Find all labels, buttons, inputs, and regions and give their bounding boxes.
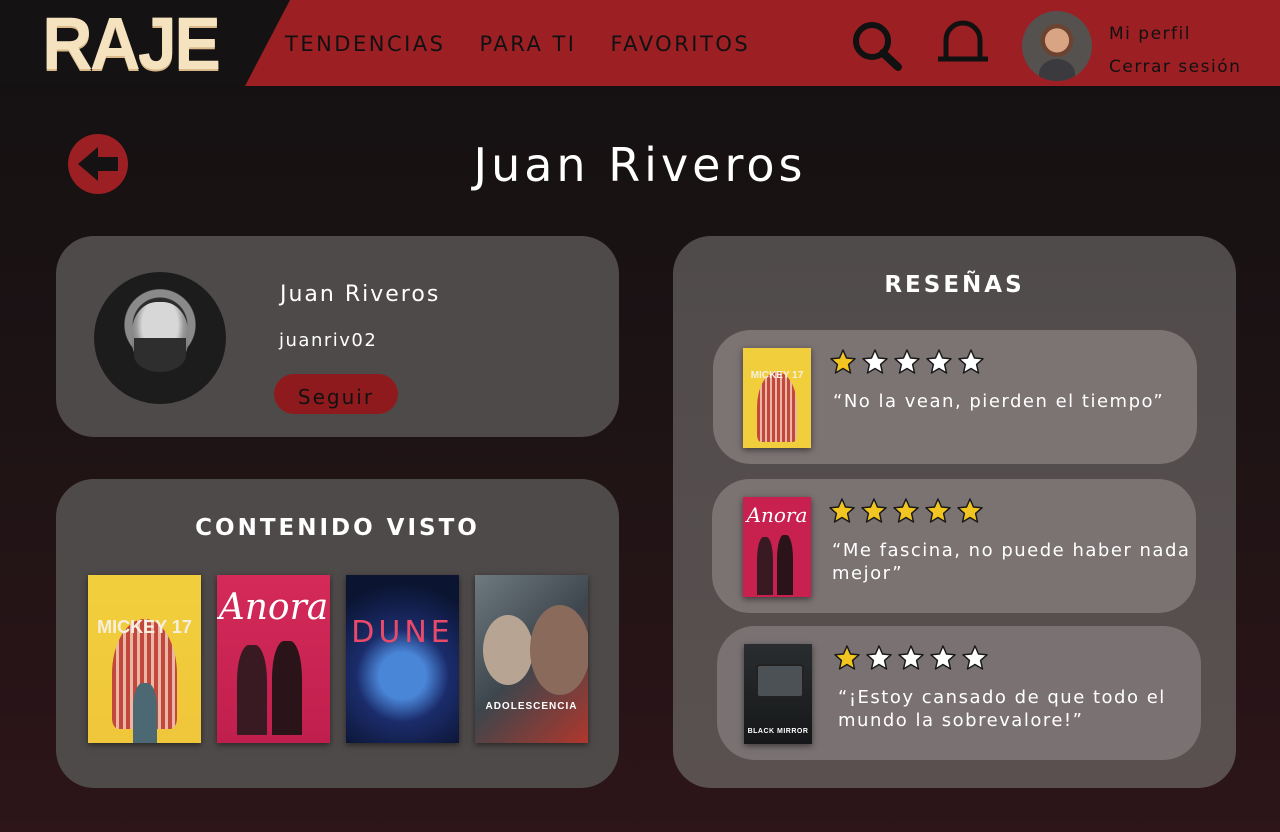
star-rating (829, 348, 985, 380)
reviews-title: RESEÑAS (884, 272, 1025, 298)
app-logo[interactable]: RAJE (42, 7, 221, 81)
review-item[interactable]: MICKEY 17 “No la vean, pierden el tiempo… (713, 330, 1197, 464)
seen-content-card: CONTENIDO VISTO MICKEY 17 Anora DUNE ADO… (56, 479, 619, 788)
bell-icon[interactable] (936, 20, 990, 64)
review-text: “¡Estoy cansado de que todo el mundo la … (838, 687, 1166, 731)
poster-title: MICKEY 17 (97, 617, 192, 637)
logout-link[interactable]: Cerrar sesión (1109, 51, 1241, 84)
star-empty-icon (893, 348, 921, 380)
profile-handle: juanriv02 (279, 330, 378, 351)
star-empty-icon (861, 348, 889, 380)
top-navbar: RAJE TENDENCIAS PARA TI FAVORITOS Mi per… (0, 0, 1280, 86)
profile-name: Juan Riveros (280, 282, 441, 307)
poster-title: DUNE (351, 615, 454, 650)
star-filled-icon (892, 497, 920, 529)
main-nav: TENDENCIAS PARA TI FAVORITOS (285, 32, 750, 56)
review-poster-title: MICKEY 17 (750, 370, 804, 381)
poster-title: ADOLESCENCIA (485, 701, 578, 712)
star-rating (828, 497, 984, 529)
star-rating (833, 644, 989, 676)
reviews-card: RESEÑAS MICKEY 17 “No la vean, pierden e… (673, 236, 1236, 788)
seen-content-title: CONTENIDO VISTO (195, 515, 480, 541)
review-text: “No la vean, pierden el tiempo” (833, 391, 1165, 412)
profile-links: Mi perfil Cerrar sesión (1109, 18, 1241, 84)
poster-mickey-17[interactable]: MICKEY 17 (88, 575, 201, 743)
review-text: “Me fascina, no puede haber nada mejor” (832, 540, 1191, 584)
star-empty-icon (865, 644, 893, 676)
poster-anora[interactable]: Anora (217, 575, 330, 743)
user-avatar (94, 272, 226, 404)
star-empty-icon (929, 644, 957, 676)
review-item[interactable]: BLACK MIRROR “¡Estoy cansado de que todo… (717, 626, 1201, 760)
star-filled-icon (860, 497, 888, 529)
poster-adolescencia[interactable]: ADOLESCENCIA (475, 575, 588, 743)
current-user-avatar[interactable] (1022, 11, 1092, 81)
review-poster-mickey-17[interactable]: MICKEY 17 (743, 348, 811, 448)
star-filled-icon (956, 497, 984, 529)
star-empty-icon (897, 644, 925, 676)
review-poster-title: Anora (746, 503, 808, 527)
review-poster-anora[interactable]: Anora (743, 497, 811, 597)
page-title: Juan Riveros (473, 138, 807, 192)
star-filled-icon (924, 497, 952, 529)
poster-title: Anora (218, 587, 329, 628)
review-poster-title: BLACK MIRROR (747, 728, 809, 735)
search-icon[interactable] (850, 20, 904, 72)
star-filled-icon (828, 497, 856, 529)
star-filled-icon (833, 644, 861, 676)
poster-dune[interactable]: DUNE (346, 575, 459, 743)
my-profile-link[interactable]: Mi perfil (1109, 18, 1241, 51)
seen-poster-list: MICKEY 17 Anora DUNE ADOLESCENCIA (88, 575, 588, 743)
review-poster-black-mirror[interactable]: BLACK MIRROR (744, 644, 812, 744)
star-empty-icon (925, 348, 953, 380)
nav-item-para-ti[interactable]: PARA TI (480, 32, 577, 56)
follow-button[interactable]: Seguir (274, 374, 398, 414)
nav-item-tendencias[interactable]: TENDENCIAS (285, 32, 446, 56)
profile-card: Juan Riveros juanriv02 Seguir (56, 236, 619, 437)
star-empty-icon (961, 644, 989, 676)
star-filled-icon (829, 348, 857, 380)
nav-item-favoritos[interactable]: FAVORITOS (611, 32, 751, 56)
review-item[interactable]: Anora “Me fascina, no puede haber nada m… (712, 479, 1196, 613)
star-empty-icon (957, 348, 985, 380)
